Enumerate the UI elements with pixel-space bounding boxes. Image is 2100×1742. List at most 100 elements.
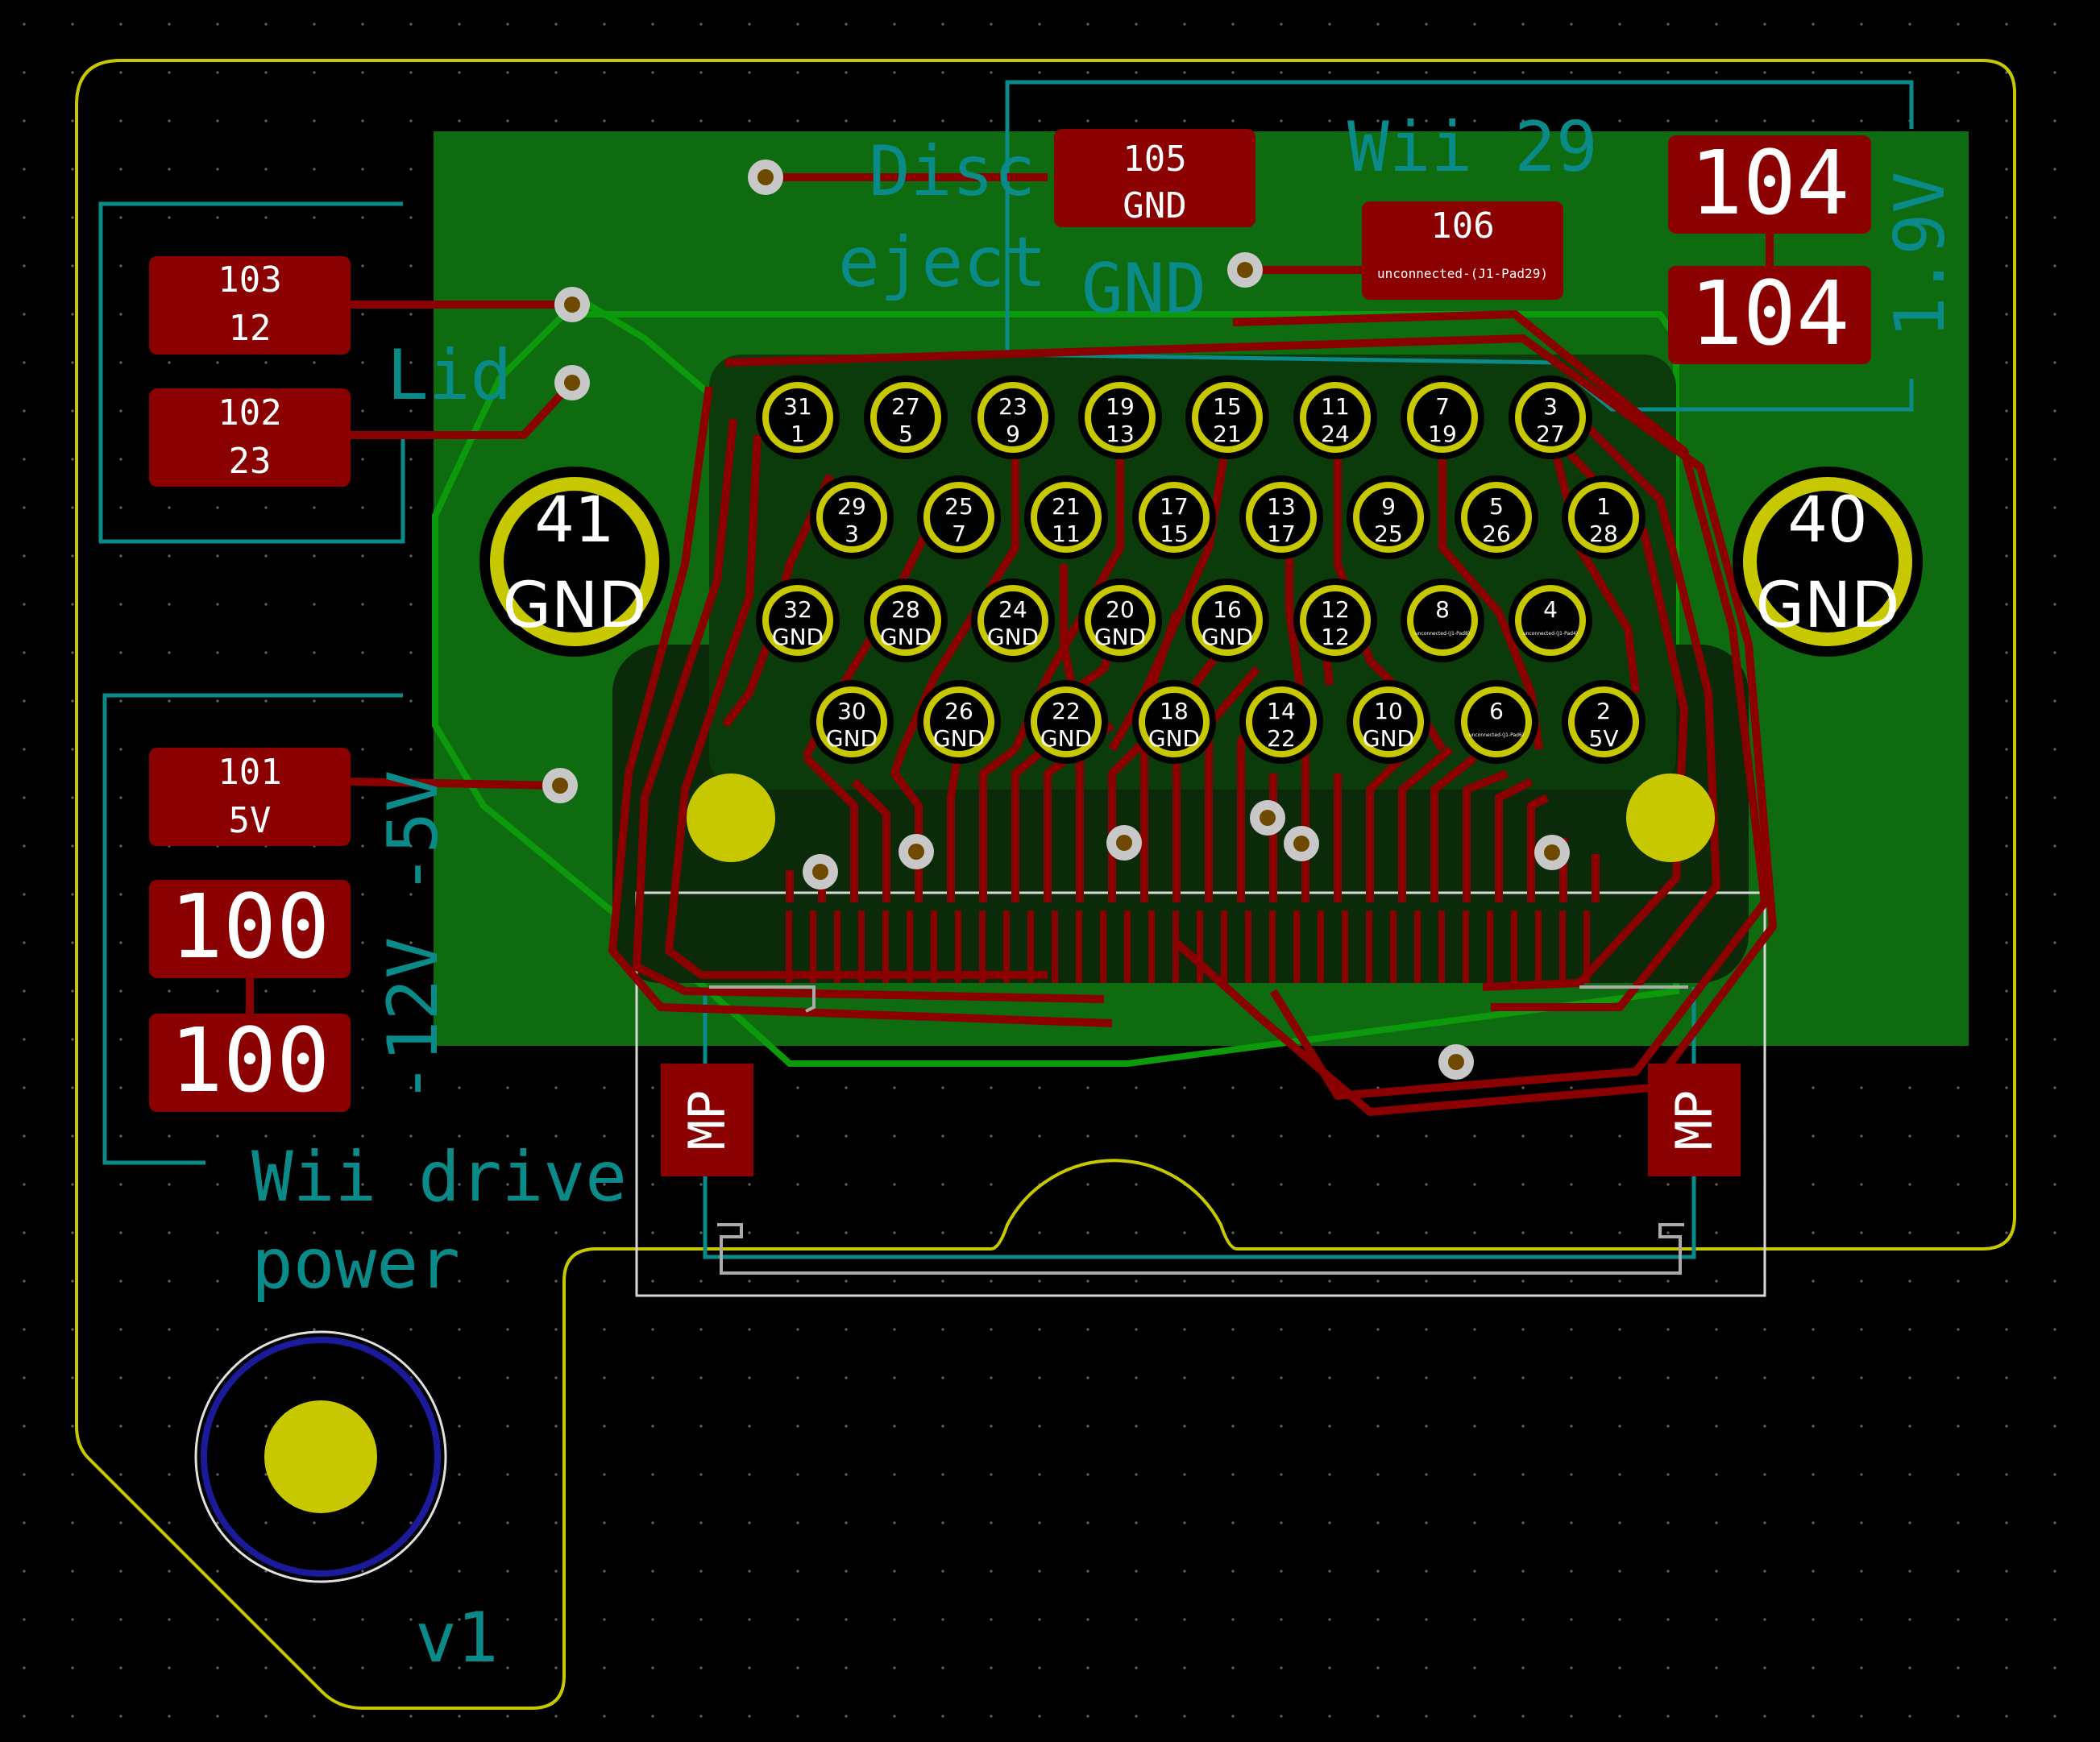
pad-number: 5 bbox=[1489, 493, 1504, 520]
pad-number: 13 bbox=[1267, 493, 1296, 520]
pad-103-num: 103 bbox=[218, 259, 281, 301]
connector-pad: 20GND bbox=[1078, 579, 1162, 662]
pad-number: 19 bbox=[1106, 393, 1135, 420]
pad-number: 30 bbox=[837, 698, 866, 724]
pad-105-num: 105 bbox=[1123, 139, 1186, 180]
pad-104-a-num: 104 bbox=[1690, 131, 1850, 234]
pad-101-num: 101 bbox=[218, 752, 281, 793]
pad-100-a: 100 bbox=[149, 875, 351, 978]
pad-mp-right-label: MP bbox=[1665, 1090, 1724, 1151]
mounting-pad-41-num: 41 bbox=[534, 484, 614, 557]
pad-net: 27 bbox=[1536, 421, 1565, 447]
pad-105: 105 GND bbox=[1054, 129, 1255, 227]
lid-label: Lid bbox=[387, 335, 512, 416]
connector-pad: 239 bbox=[971, 375, 1055, 459]
pad-number: 29 bbox=[837, 493, 866, 520]
pad-106: 106 unconnected-(J1-Pad29) bbox=[1362, 201, 1563, 300]
pad-net: GND bbox=[880, 624, 932, 650]
pad-net: GND bbox=[1094, 624, 1146, 650]
connector-pad: 1715 bbox=[1132, 475, 1216, 559]
connector-pad: 1124 bbox=[1293, 375, 1377, 459]
mounting-pad-40: 40 GND bbox=[1733, 467, 1923, 657]
pad-number: 18 bbox=[1160, 698, 1189, 724]
pad-number: 8 bbox=[1435, 596, 1450, 623]
pad-103-net: 12 bbox=[229, 308, 272, 349]
pad-number: 28 bbox=[891, 596, 920, 623]
connector-pad: 10GND bbox=[1347, 680, 1430, 764]
connector-pad: 293 bbox=[810, 475, 894, 559]
connector-pad: 2111 bbox=[1024, 475, 1108, 559]
pad-net: 25 bbox=[1374, 521, 1403, 547]
pad-number: 31 bbox=[783, 393, 812, 420]
disc-eject-label-2: eject bbox=[838, 222, 1047, 303]
pad-number: 6 bbox=[1489, 698, 1504, 724]
pad-number: 10 bbox=[1374, 698, 1403, 724]
pad-net: GND bbox=[1040, 725, 1092, 752]
pcb-canvas: 41 GND 40 GND 31127523919131521112471932… bbox=[0, 0, 2100, 1742]
pad-net: 28 bbox=[1589, 521, 1618, 547]
pad-number: 1 bbox=[1596, 493, 1611, 520]
connector-pad: 24GND bbox=[971, 579, 1055, 662]
pad-net: GND bbox=[772, 624, 824, 650]
pad-net: GND bbox=[1148, 725, 1200, 752]
alignment-hole-right bbox=[1626, 774, 1715, 862]
pad-number: 21 bbox=[1052, 493, 1081, 520]
connector-pad: 275 bbox=[864, 375, 948, 459]
connector-pad: 22GND bbox=[1024, 680, 1108, 764]
connector-pad: 311 bbox=[756, 375, 840, 459]
pad-net: GND bbox=[826, 725, 878, 752]
pad-number: 12 bbox=[1321, 596, 1350, 623]
pad-102: 102 23 bbox=[149, 388, 351, 487]
mounting-pad-41-net: GND bbox=[503, 570, 647, 642]
pad-net: 11 bbox=[1052, 521, 1081, 547]
pad-number: 23 bbox=[998, 393, 1027, 420]
pad-net: 15 bbox=[1160, 521, 1189, 547]
pad-net: 22 bbox=[1267, 725, 1296, 752]
pad-net: 13 bbox=[1106, 421, 1135, 447]
pad-net: 17 bbox=[1267, 521, 1296, 547]
pad-net: 12 bbox=[1321, 624, 1350, 650]
pad-net: unconnected-(J1-Pad6) bbox=[1469, 732, 1524, 738]
pad-100-b-num: 100 bbox=[170, 1009, 330, 1112]
pad-105-net: GND bbox=[1123, 185, 1186, 226]
wii-drive-label-2: power bbox=[251, 1224, 460, 1304]
pad-net: 21 bbox=[1213, 421, 1242, 447]
disc-eject-label-1: Disc bbox=[869, 131, 1035, 212]
pad-number: 32 bbox=[783, 596, 812, 623]
gnd-silk-label: GND bbox=[1081, 249, 1206, 330]
pad-number: 27 bbox=[891, 393, 920, 420]
pad-net: unconnected-(J1-Pad4) bbox=[1523, 631, 1578, 637]
pad-number: 9 bbox=[1381, 493, 1396, 520]
pad-net: 5V bbox=[1589, 725, 1619, 752]
pad-104-a: 104 bbox=[1668, 131, 1871, 234]
pad-number: 22 bbox=[1052, 698, 1081, 724]
connector-pad: 526 bbox=[1455, 475, 1538, 559]
connector-pad: 1521 bbox=[1185, 375, 1269, 459]
v19-label: 1.9V bbox=[1880, 172, 1961, 338]
pad-number: 25 bbox=[944, 493, 973, 520]
pad-100-a-num: 100 bbox=[170, 875, 330, 978]
pad-net: GND bbox=[1201, 624, 1253, 650]
pad-101-net: 5V bbox=[229, 800, 272, 841]
pad-net: 26 bbox=[1482, 521, 1511, 547]
pad-100-b: 100 bbox=[149, 1009, 351, 1112]
pad-number: 7 bbox=[1435, 393, 1450, 420]
wii-drive-label-1: Wii drive bbox=[251, 1137, 627, 1217]
pad-number: 20 bbox=[1106, 596, 1135, 623]
connector-pad: 719 bbox=[1401, 375, 1484, 459]
mounting-pad-40-net: GND bbox=[1756, 570, 1900, 642]
pad-net: 19 bbox=[1428, 421, 1457, 447]
connector-pad: 32GND bbox=[756, 579, 840, 662]
pad-number: 26 bbox=[944, 698, 973, 724]
connector-pad: 28GND bbox=[864, 579, 948, 662]
mounting-pad-40-num: 40 bbox=[1787, 484, 1867, 557]
pad-number: 24 bbox=[998, 596, 1027, 623]
pad-102-net: 23 bbox=[229, 441, 272, 482]
pad-101: 101 5V bbox=[149, 748, 351, 846]
pad-104-b-num: 104 bbox=[1690, 262, 1850, 365]
pad-mp-left: MP bbox=[661, 1064, 753, 1176]
pad-number: 17 bbox=[1160, 493, 1189, 520]
pad-number: 15 bbox=[1213, 393, 1242, 420]
pad-net: 1 bbox=[791, 421, 805, 447]
pad-number: 14 bbox=[1267, 698, 1296, 724]
